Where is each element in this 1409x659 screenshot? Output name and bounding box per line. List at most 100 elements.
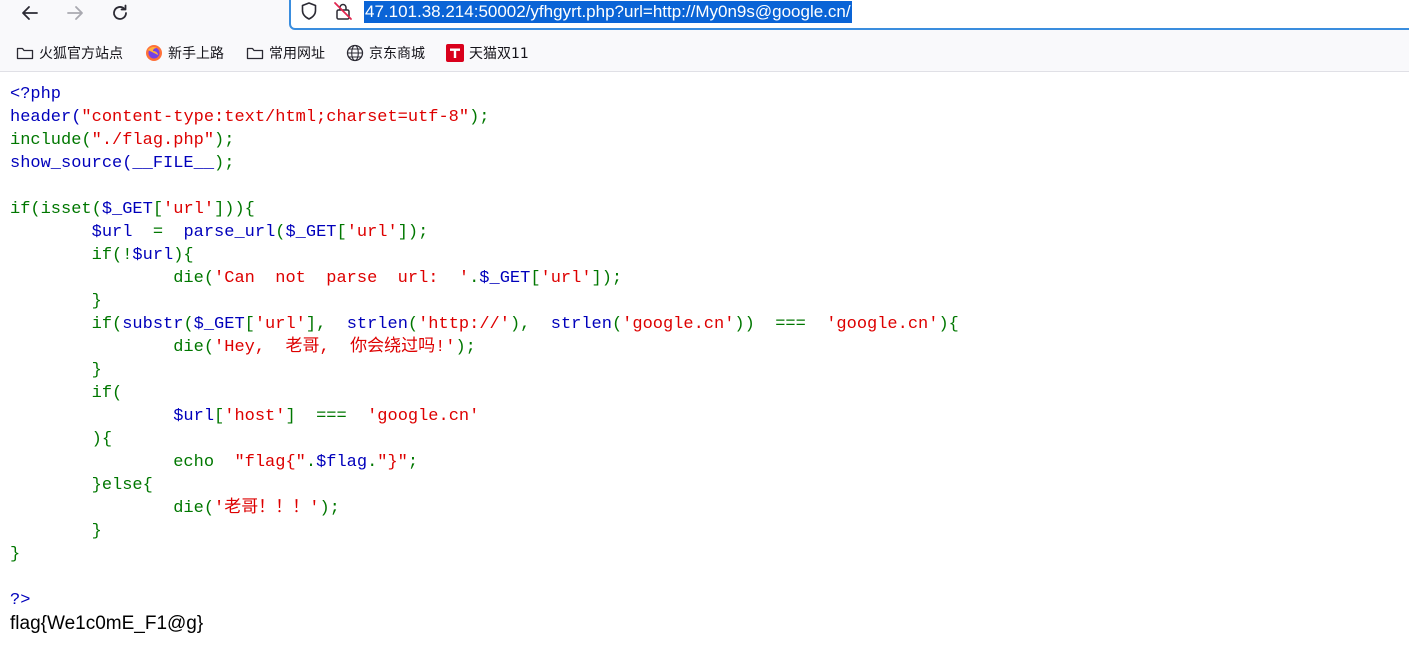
code-line: } xyxy=(10,545,21,564)
bookmark-tmall[interactable]: 天猫双11 xyxy=(446,40,529,66)
bookmark-label: 天猫双11 xyxy=(469,46,529,62)
code-token: 'google.cn' xyxy=(826,315,939,334)
code-token: ), xyxy=(509,315,551,334)
tracking-protection-button[interactable] xyxy=(299,1,319,21)
code-token: ){ xyxy=(173,246,194,265)
code-token: die( xyxy=(10,338,215,357)
code-token: $url xyxy=(132,246,174,265)
firefox-icon xyxy=(145,44,163,62)
php-source-code: <?php header("content-type:text/html;cha… xyxy=(10,83,959,612)
code-token: 'Hey, 老哥, 你会绕过吗!' xyxy=(214,338,456,357)
globe-icon xyxy=(346,44,364,62)
code-token: if(! xyxy=(10,246,133,265)
code-line: echo "flag{".$flag."}"; xyxy=(10,453,418,472)
site-info-button[interactable] xyxy=(333,1,353,21)
code-line: die('Hey, 老哥, 你会绕过吗!'); xyxy=(10,338,476,357)
code-line: ){ xyxy=(10,430,113,449)
code-token: if(isset( xyxy=(10,200,102,219)
code-token: [ xyxy=(214,407,225,426)
folder-icon xyxy=(16,44,34,62)
code-token: strlen xyxy=(550,315,612,334)
bookmark-firefox-official[interactable]: 火狐官方站点 xyxy=(16,40,123,66)
code-token: = xyxy=(132,223,184,242)
code-token: $url xyxy=(173,407,215,426)
code-token: ); xyxy=(214,154,235,173)
code-token: include( xyxy=(10,131,92,150)
code-line: if(!$url){ xyxy=(10,246,194,265)
code-token: 'host' xyxy=(224,407,286,426)
bookmark-label: 火狐官方站点 xyxy=(39,46,123,62)
insecure-lock-icon xyxy=(334,2,352,20)
code-line: die('老哥！！！'); xyxy=(10,499,340,518)
code-token: $_GET xyxy=(285,223,337,242)
code-token: ); xyxy=(319,499,340,518)
code-line: } xyxy=(10,361,102,380)
bookmarks-bar: 火狐官方站点 新手上路 常用网址 京东商城 天猫双11 xyxy=(0,34,1409,72)
code-token: if( xyxy=(10,315,123,334)
code-token: 'url' xyxy=(346,223,398,242)
code-token: substr xyxy=(122,315,184,334)
code-line: include("./flag.php"); xyxy=(10,131,234,150)
code-token: "}" xyxy=(377,453,408,472)
code-line: if( xyxy=(10,384,123,403)
url-text[interactable]: 47.101.38.214:50002/yfhgyrt.php?url=http… xyxy=(364,1,852,23)
reload-button[interactable] xyxy=(103,0,137,26)
code-token: ; xyxy=(407,453,419,472)
code-line: show_source(__FILE__); xyxy=(10,154,234,173)
code-line: header("content-type:text/html;charset=u… xyxy=(10,108,490,127)
browser-toolbar: 47.101.38.214:50002/yfhgyrt.php?url=http… xyxy=(0,0,1409,34)
code-token: __FILE__ xyxy=(132,154,215,173)
code-line: } xyxy=(10,292,102,311)
code-token: [ xyxy=(152,200,164,219)
bookmark-common-sites[interactable]: 常用网址 xyxy=(246,40,325,66)
forward-button[interactable] xyxy=(58,0,92,26)
bookmark-label: 常用网址 xyxy=(269,46,325,62)
bookmark-jd[interactable]: 京东商城 xyxy=(346,40,425,66)
code-line: <?php xyxy=(10,85,62,104)
bookmark-label: 京东商城 xyxy=(369,46,425,62)
code-line: ?> xyxy=(10,591,31,610)
code-token: $_GET xyxy=(101,200,153,219)
code-token: ); xyxy=(214,131,235,150)
code-token: die( xyxy=(10,269,215,288)
code-token: ]); xyxy=(397,223,429,242)
code-token: ]); xyxy=(591,269,623,288)
reload-icon xyxy=(113,4,127,20)
code-token: die( xyxy=(10,499,215,518)
code-line: if(isset($_GET['url'])){ xyxy=(10,200,255,219)
tmall-icon xyxy=(446,44,464,62)
code-token: $url xyxy=(91,223,133,242)
code-token: $_GET xyxy=(479,269,531,288)
code-token: "flag{" xyxy=(234,453,306,472)
code-token: header( xyxy=(10,108,82,127)
code-token: echo xyxy=(10,453,235,472)
folder-icon xyxy=(246,44,264,62)
code-token: ])){ xyxy=(214,200,255,219)
code-token: 'url' xyxy=(254,315,306,334)
code-token: . xyxy=(367,453,378,472)
code-line: }else{ xyxy=(10,476,153,495)
code-line: } xyxy=(10,522,102,541)
code-line: $url['host'] === 'google.cn' xyxy=(10,407,479,426)
code-token: ( xyxy=(611,315,623,334)
code-token: "./flag.php" xyxy=(91,131,215,150)
back-button[interactable] xyxy=(13,0,47,26)
code-token: 'url' xyxy=(540,269,592,288)
code-token: ], xyxy=(305,315,347,334)
code-line: if(substr($_GET['url'], strlen('http://'… xyxy=(10,315,959,334)
back-arrow-icon xyxy=(22,6,38,20)
code-token: . xyxy=(305,453,317,472)
code-token: 'Can not parse url: ' xyxy=(214,269,470,288)
code-token: [ xyxy=(530,269,541,288)
code-token: [ xyxy=(244,315,255,334)
code-line: $url = parse_url($_GET['url']); xyxy=(10,223,429,242)
code-token: [ xyxy=(336,223,347,242)
code-token: show_source( xyxy=(10,154,133,173)
flag-output: flag{We1c0mE_F1@g} xyxy=(10,613,204,634)
code-token: $flag xyxy=(316,453,368,472)
code-token: 'http://' xyxy=(418,315,510,334)
code-token: "content-type:text/html;charset=utf-8" xyxy=(81,108,470,127)
forward-arrow-icon xyxy=(67,6,83,20)
bookmark-getting-started[interactable]: 新手上路 xyxy=(145,40,224,66)
